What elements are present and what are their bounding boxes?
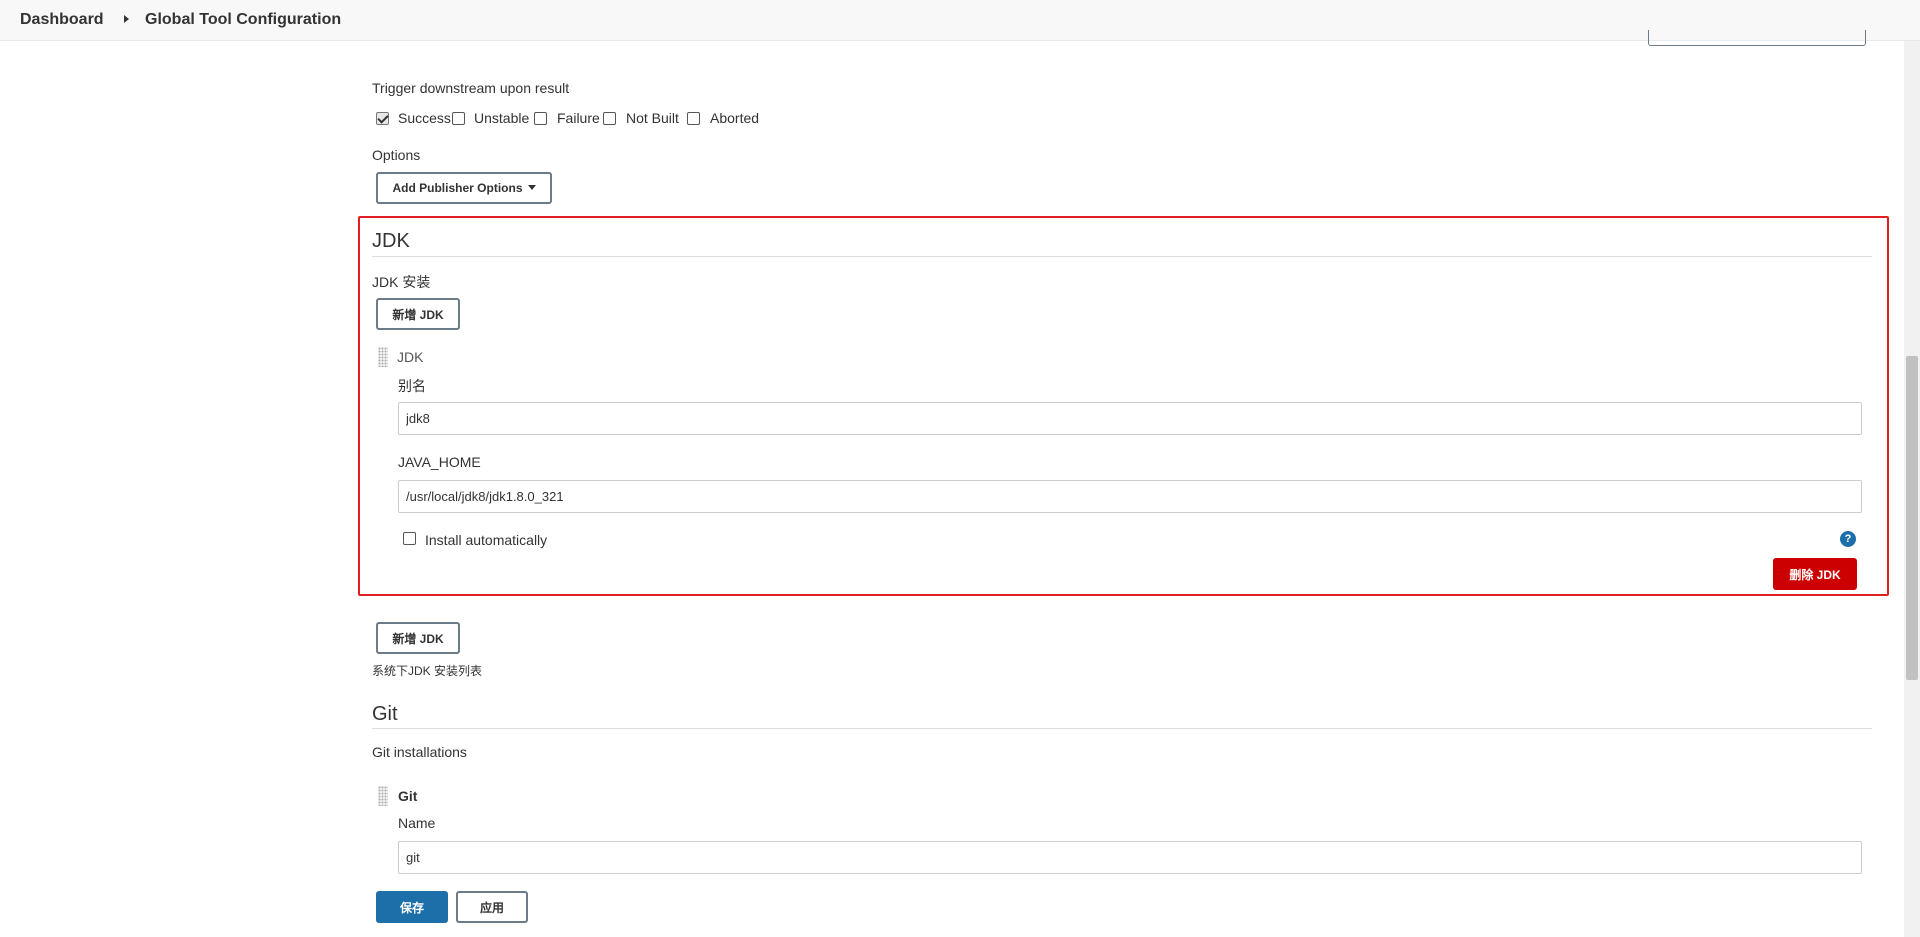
breadcrumb-dashboard[interactable]: Dashboard	[20, 11, 104, 29]
scrollbar-thumb[interactable]	[1906, 356, 1918, 680]
git-item-header: Git	[398, 788, 418, 804]
partial-button-above[interactable]	[1648, 30, 1866, 46]
git-installations-label: Git installations	[372, 744, 467, 760]
checkbox-success-label: Success	[398, 110, 451, 126]
trigger-label: Trigger downstream upon result	[372, 80, 570, 96]
checkbox-failure[interactable]	[534, 112, 547, 125]
add-jdk-button[interactable]: 新增 JDK	[376, 298, 460, 330]
java-home-label: JAVA_HOME	[398, 454, 481, 470]
caret-down-icon	[527, 185, 536, 190]
apply-button[interactable]: 应用	[456, 891, 528, 923]
checkbox-success[interactable]	[376, 112, 389, 125]
git-name-input[interactable]	[398, 841, 1862, 874]
breadcrumb-separator-icon	[124, 15, 129, 23]
options-label: Options	[372, 147, 421, 163]
install-automatically-label: Install automatically	[425, 532, 548, 548]
checkbox-aborted-label: Aborted	[710, 110, 760, 126]
jdk-description: 系统下JDK 安装列表	[372, 664, 483, 678]
help-icon[interactable]: ?	[1840, 531, 1856, 547]
jdk-divider	[372, 256, 1872, 257]
jdk-alias-label: 别名	[398, 378, 426, 394]
add-jdk-button-bottom[interactable]: 新增 JDK	[376, 622, 460, 654]
checkbox-not-built[interactable]	[603, 112, 616, 125]
checkbox-unstable[interactable]	[452, 112, 465, 125]
jdk-alias-input[interactable]	[398, 402, 1862, 435]
java-home-input[interactable]	[398, 480, 1862, 513]
jdk-section-title: JDK	[372, 230, 410, 252]
drag-handle-icon[interactable]	[378, 786, 388, 806]
checkbox-aborted[interactable]	[687, 112, 700, 125]
git-divider	[372, 728, 1872, 729]
drag-handle-icon[interactable]	[378, 347, 388, 367]
jdk-installations-label: JDK 安装	[372, 274, 431, 290]
breadcrumb-bar: Dashboard Global Tool Configuration	[0, 0, 1920, 41]
checkbox-unstable-label: Unstable	[474, 110, 530, 126]
add-publisher-options-label: Add Publisher Options	[392, 181, 523, 195]
checkbox-not-built-label: Not Built	[626, 110, 679, 126]
git-name-label: Name	[398, 815, 436, 831]
save-button[interactable]: 保存	[376, 891, 448, 923]
install-automatically-checkbox[interactable]	[403, 532, 416, 545]
jdk-item-header: JDK	[397, 349, 424, 365]
checkbox-failure-label: Failure	[557, 110, 600, 126]
git-section-title: Git	[372, 703, 398, 725]
breadcrumb-current[interactable]: Global Tool Configuration	[145, 11, 341, 29]
delete-jdk-button[interactable]: 删除 JDK	[1773, 558, 1857, 590]
add-publisher-options-button[interactable]: Add Publisher Options	[376, 172, 552, 204]
